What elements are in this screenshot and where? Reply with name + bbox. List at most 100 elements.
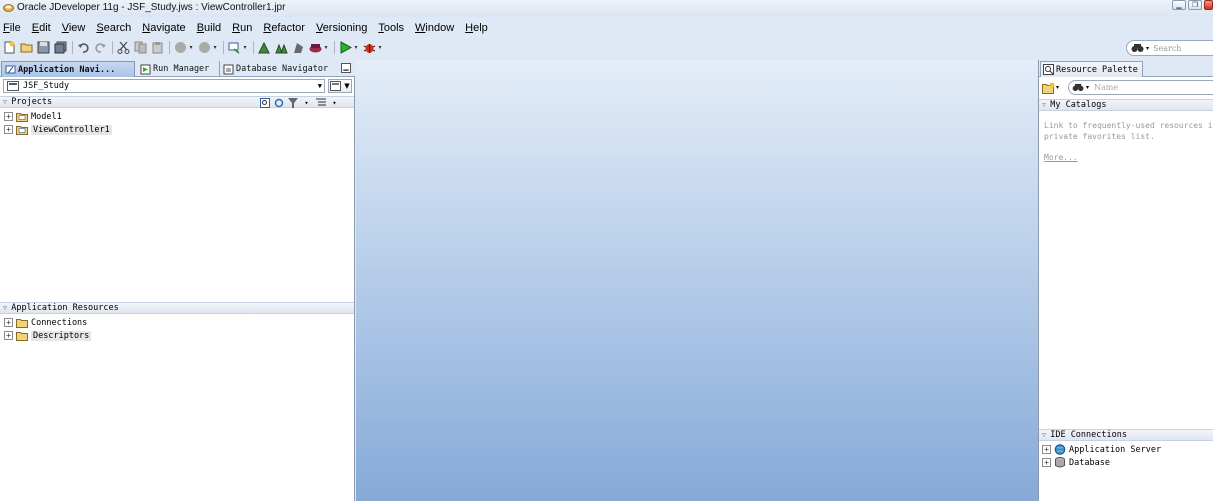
run-icon[interactable] (339, 41, 352, 54)
menu-window[interactable]: Window (415, 22, 454, 34)
expand-icon[interactable]: + (4, 318, 13, 327)
back-icon[interactable] (174, 41, 187, 54)
binoculars-icon (1072, 83, 1084, 92)
save-icon[interactable] (37, 41, 50, 54)
my-catalogs-section-header[interactable]: ▽ My Catalogs (1039, 99, 1213, 111)
collapse-triangle-icon[interactable]: ▽ (3, 98, 7, 106)
menu-build[interactable]: Build (197, 22, 221, 34)
close-button[interactable] (1204, 0, 1213, 10)
back-dropdown[interactable]: ▾ (188, 41, 194, 54)
expand-icon[interactable]: + (4, 331, 13, 340)
resource-palette-icon (1043, 64, 1054, 75)
application-navigator-icon (5, 65, 16, 74)
resource-search-input[interactable]: ▾ Name (1068, 80, 1213, 95)
tree-row-application-server[interactable]: + Application Server (1042, 443, 1161, 456)
restore-button[interactable]: ❐ (1188, 0, 1202, 10)
tree-row-descriptors[interactable]: + Descriptors (4, 329, 92, 342)
open-icon[interactable] (20, 41, 33, 54)
run-target-dropdown[interactable]: ▾ (323, 41, 329, 54)
tab-database-navigator[interactable]: Database Navigator (219, 61, 329, 77)
menu-view[interactable]: View (62, 22, 86, 34)
paste-icon[interactable] (151, 41, 164, 54)
tab-label: Run Manager (153, 64, 210, 74)
menu-file[interactable]: File (3, 22, 21, 34)
catalogs-hint-text: Link to frequently-used resources in a p… (1044, 120, 1213, 142)
new-connection-dropdown[interactable]: ▾ (1056, 84, 1059, 91)
application-name: JSF_Study (23, 81, 70, 91)
clean-icon[interactable] (292, 41, 305, 54)
expand-icon[interactable]: + (4, 112, 13, 121)
project-label: Model1 (31, 111, 62, 122)
more-link[interactable]: More... (1044, 153, 1078, 162)
minimize-button[interactable]: ▁ (1172, 0, 1186, 10)
new-connection-icon[interactable] (1042, 82, 1055, 94)
toolbar-separator (169, 41, 170, 54)
cut-icon[interactable] (117, 41, 130, 54)
menu-navigate[interactable]: Navigate (142, 22, 185, 34)
debug-dropdown[interactable]: ▾ (377, 41, 383, 54)
new-icon[interactable] (3, 41, 16, 54)
copy-icon[interactable] (134, 41, 147, 54)
editor-area[interactable] (356, 60, 1038, 501)
folder-icon (16, 331, 28, 341)
tab-label: Database Navigator (236, 64, 329, 74)
tree-row-database[interactable]: + Database (1042, 456, 1110, 469)
ide-item-label: Application Server (1069, 444, 1162, 455)
application-resources-section-header[interactable]: ▽ Application Resources (0, 302, 354, 314)
search-options-dropdown[interactable]: ▾ (1146, 45, 1149, 52)
collapse-triangle-icon[interactable]: ▽ (1042, 431, 1046, 439)
search-options-dropdown[interactable]: ▾ (1086, 84, 1089, 91)
view-options-icon[interactable] (315, 97, 326, 108)
deploy-dropdown[interactable]: ▾ (242, 41, 248, 54)
collapse-triangle-icon[interactable]: ▽ (1042, 101, 1046, 109)
debug-icon[interactable] (363, 41, 376, 54)
toolbar-separator (223, 41, 224, 54)
projects-section-header[interactable]: ▽ Projects ▾ ▾ (0, 96, 354, 108)
menu-tools[interactable]: Tools (378, 22, 404, 34)
run-dropdown[interactable]: ▾ (353, 41, 359, 54)
ide-connections-section-header[interactable]: ▽ IDE Connections (1039, 429, 1213, 441)
tab-resource-palette[interactable]: Resource Palette (1040, 61, 1143, 77)
tree-row-viewcontroller1[interactable]: + ViewController1 (4, 123, 112, 136)
expand-icon[interactable]: + (1042, 445, 1051, 454)
save-all-icon[interactable] (54, 41, 67, 54)
redo-icon[interactable] (94, 41, 107, 54)
menu-run[interactable]: Run (232, 22, 252, 34)
forward-icon[interactable] (198, 41, 211, 54)
rebuild-icon[interactable] (275, 41, 288, 54)
application-selector[interactable]: JSF_Study ▼ (3, 79, 325, 93)
undo-icon[interactable] (77, 41, 90, 54)
menu-versioning[interactable]: Versioning (316, 22, 367, 34)
resources-header-label: Application Resources (11, 303, 119, 313)
filter-icon[interactable] (287, 97, 298, 108)
menu-edit[interactable]: Edit (32, 22, 51, 34)
find-icon[interactable] (259, 97, 270, 108)
tree-row-model1[interactable]: + Model1 (4, 110, 62, 123)
run-target-icon[interactable] (309, 41, 322, 54)
deploy-icon[interactable] (228, 41, 241, 54)
chevron-down-icon[interactable]: ▾ (329, 98, 340, 108)
forward-dropdown[interactable]: ▾ (212, 41, 218, 54)
application-navigator-panel: Application Navi... Run Manager Database… (0, 60, 355, 501)
menu-help[interactable]: Help (465, 22, 488, 34)
tab-run-manager[interactable]: Run Manager (137, 61, 217, 77)
expand-icon[interactable]: + (4, 125, 13, 134)
tree-row-connections[interactable]: + Connections (4, 316, 87, 329)
refresh-icon[interactable] (273, 98, 284, 108)
tab-label: Resource Palette (1056, 64, 1138, 75)
menu-search[interactable]: Search (96, 22, 131, 34)
chevron-down-icon[interactable]: ▾ (301, 98, 312, 108)
menu-refactor[interactable]: Refactor (263, 22, 305, 34)
application-menu-button[interactable]: ▼ (328, 79, 352, 93)
expand-icon[interactable]: + (1042, 458, 1051, 467)
left-tab-strip: Application Navi... Run Manager Database… (0, 60, 355, 77)
global-search-input[interactable]: ▾ Search (1126, 40, 1213, 56)
search-placeholder: Search (1153, 43, 1182, 53)
make-icon[interactable] (258, 41, 271, 54)
chevron-down-icon: ▼ (317, 82, 322, 90)
collapse-triangle-icon[interactable]: ▽ (3, 304, 7, 312)
minimize-panel-button[interactable]: ▁ (341, 63, 351, 73)
folder-icon (16, 318, 28, 328)
tab-label: Application Navi... (18, 64, 116, 75)
tab-application-navigator[interactable]: Application Navi... (1, 61, 135, 77)
